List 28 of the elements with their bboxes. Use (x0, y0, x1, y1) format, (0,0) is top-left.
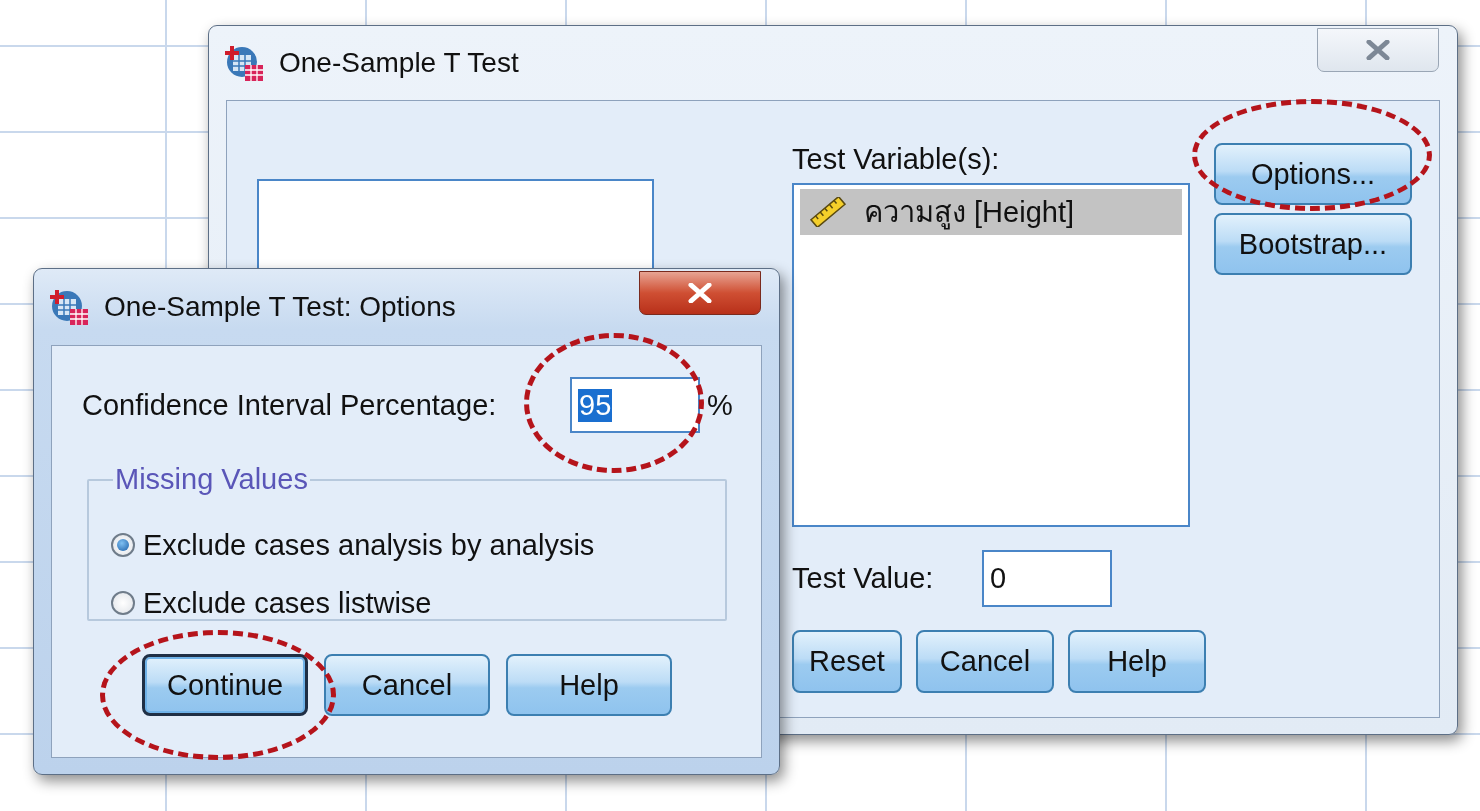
window-title: One-Sample T Test (279, 47, 519, 79)
dialog-button[interactable]: Bootstrap... (1214, 213, 1412, 275)
dialog-button[interactable]: Options... (1214, 143, 1412, 205)
app-icon (50, 287, 90, 327)
dialog-button[interactable]: Help (1068, 630, 1206, 693)
input-field[interactable]: 95 (570, 377, 700, 433)
radio-button[interactable] (111, 591, 135, 615)
dialog-button[interactable]: Reset (792, 630, 902, 693)
input-field[interactable]: 0 (982, 550, 1112, 607)
field-label: Confidence Interval Percentage: (82, 388, 498, 422)
app-icon (225, 43, 265, 83)
group-title: Missing Values (114, 463, 309, 496)
radio-button[interactable] (111, 533, 135, 557)
dialog-button[interactable]: Help (506, 654, 672, 716)
window-title: One-Sample T Test: Options (104, 291, 456, 323)
dialog-button[interactable]: Cancel (916, 630, 1054, 693)
field-label: Test Variable(s): (792, 143, 1001, 176)
radio-label[interactable]: Exclude cases listwise (143, 586, 432, 620)
radio-label[interactable]: Exclude cases analysis by analysis (143, 528, 595, 562)
dialog-button[interactable]: Cancel (324, 654, 490, 716)
dialog-button[interactable]: Continue (142, 654, 308, 716)
field-label: Test Value: (792, 562, 935, 595)
close-icon (1365, 40, 1391, 60)
list-box[interactable]: ความสูง [Height] (792, 183, 1190, 527)
close-button[interactable] (639, 271, 761, 315)
close-icon (687, 283, 713, 303)
list-item[interactable]: ความสูง [Height] (800, 189, 1182, 235)
unit-label: % (707, 388, 733, 422)
